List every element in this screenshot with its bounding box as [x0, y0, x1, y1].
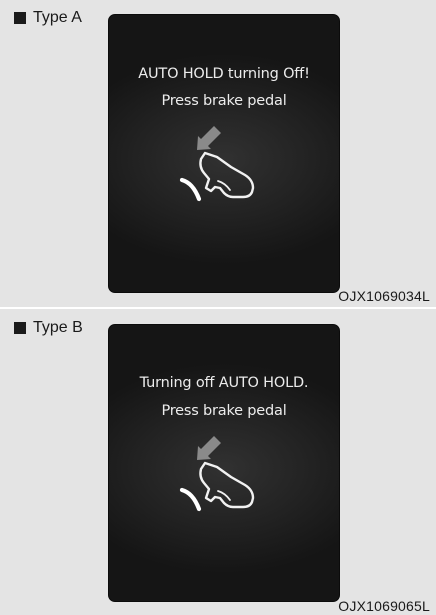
- type-a-label: Type A: [33, 9, 82, 26]
- figure-code: OJX1069034L: [338, 288, 430, 304]
- message-line-1: Turning off AUTO HOLD.: [139, 375, 309, 391]
- cluster-display: Turning off AUTO HOLD. Press brake pedal: [108, 324, 340, 602]
- type-a-heading: Type A: [14, 9, 82, 27]
- message-line-2: Press brake pedal: [161, 403, 287, 419]
- brake-pedal-press-icon: [179, 126, 255, 202]
- bullet-square-icon: [14, 12, 26, 24]
- figure-type-a: Type A AUTO HOLD turning Off! Press brak…: [0, 0, 436, 307]
- bullet-square-icon: [14, 322, 26, 334]
- figure-type-b: Type B Turning off AUTO HOLD. Press brak…: [0, 309, 436, 615]
- type-b-heading: Type B: [14, 319, 83, 337]
- brake-pedal-press-icon: [179, 436, 255, 512]
- message-line-1: AUTO HOLD turning Off!: [138, 66, 310, 82]
- cluster-display: AUTO HOLD turning Off! Press brake pedal: [108, 14, 340, 293]
- message-line-2: Press brake pedal: [161, 93, 287, 109]
- figure-code: OJX1069065L: [338, 598, 430, 614]
- type-b-label: Type B: [33, 319, 83, 336]
